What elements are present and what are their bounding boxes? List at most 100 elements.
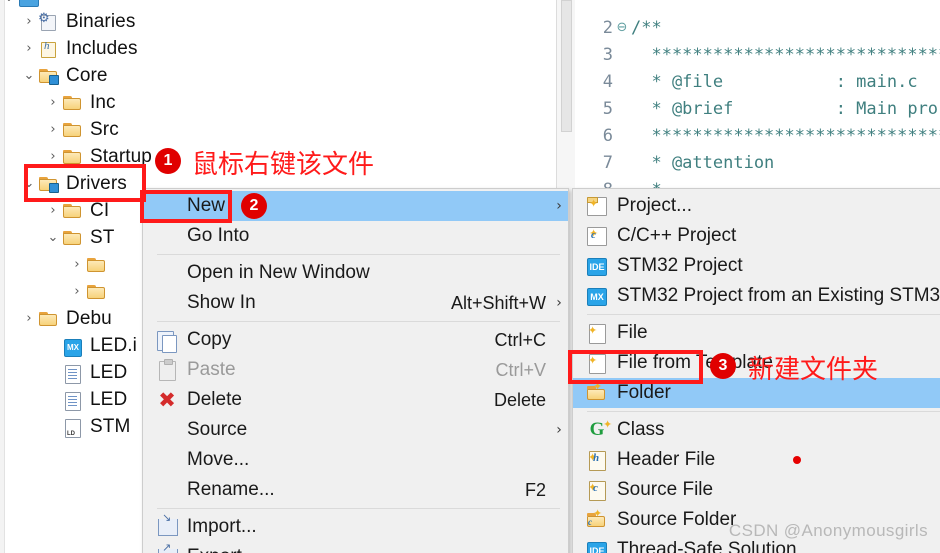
menu-item-label: Show In: [187, 292, 256, 313]
chevron-right-icon: ›: [550, 392, 568, 408]
expand-arrow-icon[interactable]: ›: [68, 258, 86, 271]
new-file-template-icon: ✦: [573, 350, 617, 376]
chevron-right-icon: ›: [550, 482, 568, 498]
tree-item-label: Startup: [90, 145, 152, 167]
annotation-text-3: 新建文件夹: [748, 355, 879, 385]
source-folder-icon: c ✦: [573, 507, 617, 533]
menu-item-label: Open in New Window: [187, 262, 370, 283]
line-number: 4: [602, 71, 613, 92]
menu-item-accel: Delete: [493, 389, 546, 410]
new-folder-icon: ✦: [573, 380, 617, 406]
submenu-item-stm32-project-from-existing[interactable]: MX STM32 Project from an Existing STM32: [573, 281, 940, 311]
menu-item-show-in[interactable]: Show In Alt+Shift+W ›: [143, 288, 568, 318]
expand-arrow-icon[interactable]: ›: [68, 285, 86, 298]
chevron-right-icon: ›: [550, 519, 568, 535]
line-number: 3: [602, 44, 613, 65]
stm32-ide-icon: IDE: [573, 537, 617, 553]
menu-item-label: Paste: [187, 359, 236, 380]
submenu-item-label: Thread-Safe Solution: [617, 539, 797, 553]
tree-item-label: LED.i: [90, 334, 137, 356]
folder-icon: [38, 309, 60, 329]
menu-separator: [157, 508, 560, 509]
scrollbar-thumb[interactable]: [561, 0, 572, 132]
submenu-item-c-cpp-project[interactable]: ✦ C/C++ Project: [573, 221, 940, 251]
submenu-item-file[interactable]: ✦ File: [573, 318, 940, 348]
tree-item-label: Src: [90, 118, 119, 140]
watermark: CSDN @Anonymousgirls: [728, 521, 928, 540]
export-icon: [143, 541, 187, 553]
chevron-right-icon: ›: [550, 452, 568, 468]
expand-arrow-icon[interactable]: ›: [44, 123, 62, 136]
collapse-arrow-icon[interactable]: ⌄: [20, 69, 38, 82]
expand-arrow-icon[interactable]: ›: [20, 15, 38, 28]
code-line: 4 * @file : main.c: [575, 68, 940, 95]
collapse-arrow-icon[interactable]: ⌄: [20, 177, 38, 190]
menu-item-source[interactable]: Source ›: [143, 415, 568, 445]
submenu-separator: [587, 314, 940, 315]
code-line: 3 ******************************: [575, 41, 940, 68]
source-folder-icon: [38, 174, 60, 194]
folder-icon: [62, 120, 84, 140]
menu-item-open-in-new-window[interactable]: Open in New Window ›: [143, 258, 568, 288]
code-text: * @attention: [631, 152, 775, 173]
chevron-right-icon: ›: [550, 265, 568, 281]
submenu-item-project[interactable]: ✦ Project...: [573, 191, 940, 221]
submenu-item-label: Source File: [617, 479, 714, 500]
cubemx-icon: MX: [573, 283, 617, 309]
tree-item-label: Core: [66, 64, 108, 86]
tree-item-includes[interactable]: › Includes: [0, 35, 556, 62]
menu-item-delete[interactable]: ✖ Delete Delete ›: [143, 385, 568, 415]
tree-item-label: Drivers: [66, 172, 127, 194]
submenu-item-source-file[interactable]: ✦ Source File: [573, 475, 940, 505]
annotation-badge-2: 2: [241, 193, 267, 219]
menu-item-export[interactable]: Export... ›: [143, 541, 568, 553]
expand-arrow-icon[interactable]: ›: [44, 150, 62, 163]
tree-item-label: Debu: [66, 307, 112, 329]
expand-arrow-icon[interactable]: ›: [44, 204, 62, 217]
context-menu[interactable]: New › Go Into › Open in New Window › Sho…: [142, 188, 569, 553]
menu-separator: [157, 321, 560, 322]
line-number: 2: [602, 17, 613, 38]
chevron-right-icon: ›: [556, 295, 562, 311]
code-line: 7 * @attention: [575, 149, 940, 176]
menu-item-rename[interactable]: Rename... F2 ›: [143, 475, 568, 505]
menu-item-icon: [143, 417, 187, 443]
cubemx-icon: MX: [62, 336, 84, 357]
fold-toggle-icon[interactable]: ⊖: [615, 20, 629, 35]
tree-item-label: Binaries: [66, 10, 136, 32]
menu-item-icon: [143, 260, 187, 286]
chevron-right-icon: ›: [550, 549, 568, 553]
line-number: 7: [602, 152, 613, 173]
folder-icon: [62, 147, 84, 167]
menu-item-accel: F2: [524, 479, 546, 500]
menu-item-move[interactable]: Move... ›: [143, 445, 568, 475]
collapse-arrow-icon[interactable]: ⌄: [44, 231, 62, 244]
menu-item-copy[interactable]: Copy Ctrl+C ›: [143, 325, 568, 355]
expand-arrow-icon[interactable]: ›: [20, 42, 38, 55]
submenu-item-stm32-project[interactable]: IDE STM32 Project: [573, 251, 940, 281]
annotation-badge-1: 1: [155, 148, 181, 174]
tree-item-src[interactable]: › Src: [0, 116, 556, 143]
expand-arrow-icon[interactable]: ›: [44, 96, 62, 109]
tree-item-inc[interactable]: › Inc: [0, 89, 556, 116]
submenu-item-header-file[interactable]: ✦ Header File: [573, 445, 940, 475]
submenu-item-class[interactable]: G ✦ Class: [573, 415, 940, 445]
no-arrow-icon: ›: [44, 393, 62, 406]
new-file-icon: ✦: [573, 320, 617, 346]
document-icon: [62, 363, 84, 384]
menu-item-new[interactable]: New ›: [143, 191, 568, 221]
tree-item-label: CI: [90, 199, 110, 221]
menu-item-go-into[interactable]: Go Into ›: [143, 221, 568, 251]
includes-icon: [38, 39, 60, 59]
no-arrow-icon: ›: [44, 339, 62, 352]
expand-arrow-icon[interactable]: ›: [20, 312, 38, 325]
no-arrow-icon: ›: [44, 420, 62, 433]
expand-arrow-icon[interactable]: ⌄: [0, 0, 18, 4]
menu-item-label: Delete: [187, 389, 242, 410]
menu-item-import[interactable]: Import... ›: [143, 511, 568, 542]
tree-item-binaries[interactable]: › Binaries: [0, 8, 556, 35]
tree-item-core[interactable]: ⌄ Core: [0, 62, 556, 89]
submenu-item-label: File: [617, 322, 648, 343]
chevron-right-icon: ›: [550, 332, 568, 348]
